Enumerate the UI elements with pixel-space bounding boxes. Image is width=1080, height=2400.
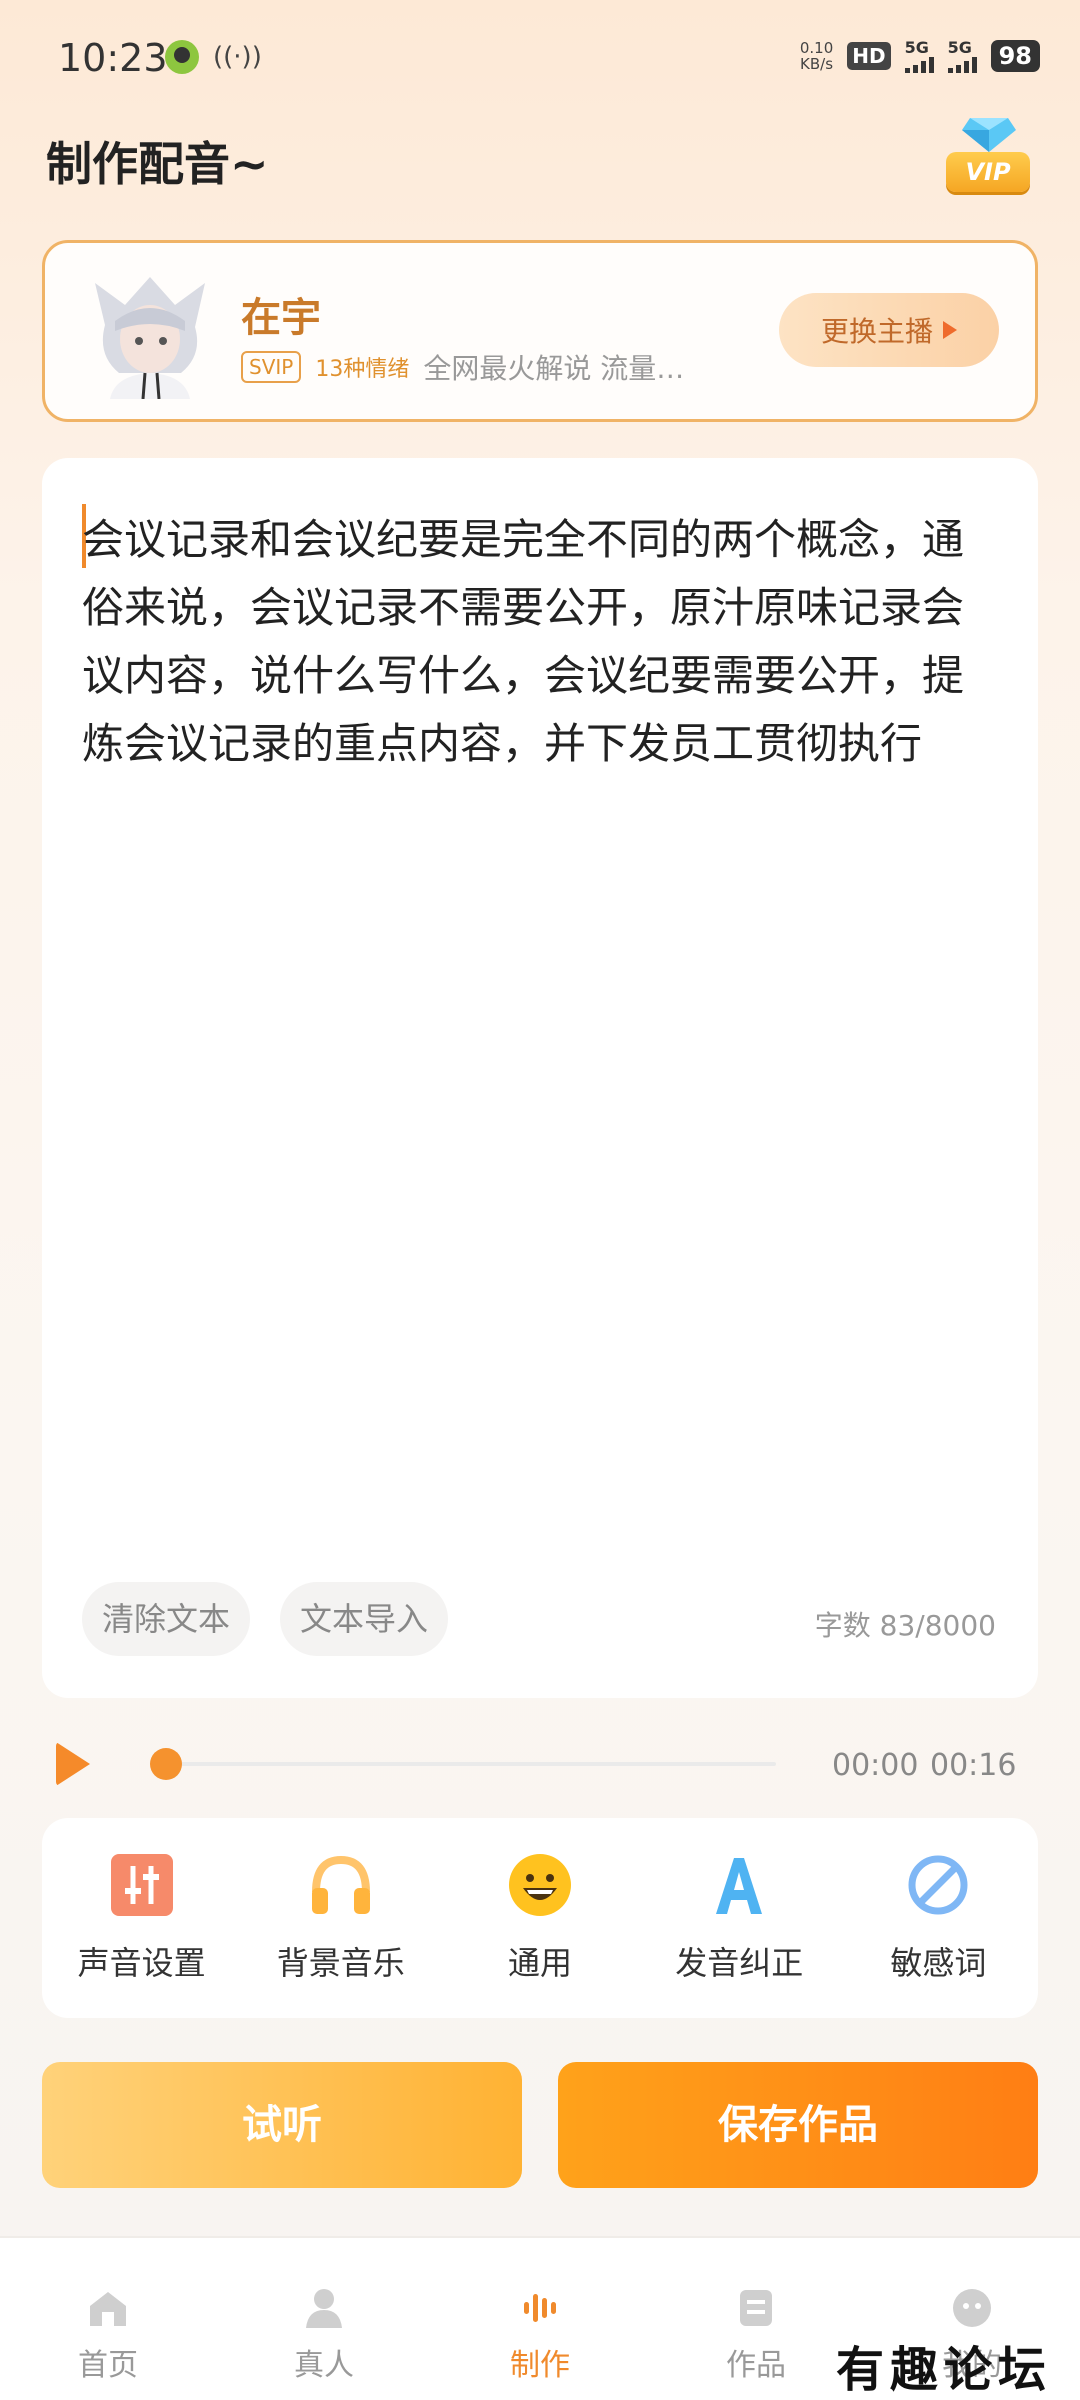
sensitive-words-button[interactable]: 敏感词 bbox=[839, 1818, 1038, 2018]
works-icon bbox=[740, 2290, 772, 2326]
hotspot-icon: ((·)) bbox=[213, 42, 262, 72]
progress-track[interactable] bbox=[154, 1762, 776, 1766]
status-left-icons: ((·)) bbox=[165, 40, 262, 74]
smile-icon bbox=[509, 1854, 571, 1916]
person-icon bbox=[306, 2289, 342, 2328]
app-notification-icon bbox=[165, 40, 199, 74]
play-icon[interactable] bbox=[56, 1742, 90, 1786]
svip-tag: SVIP bbox=[241, 351, 302, 383]
anchor-name: 在宇 bbox=[241, 295, 321, 341]
save-work-button[interactable]: 保存作品 bbox=[558, 2062, 1038, 2188]
audition-button[interactable]: 试听 bbox=[42, 2062, 522, 2188]
nav-label: 首页 bbox=[78, 2348, 138, 2383]
letter-a-icon bbox=[716, 1858, 763, 1914]
nav-label: 真人 bbox=[294, 2348, 354, 2383]
editor-actions: 清除文本 文本导入 bbox=[82, 1582, 449, 1656]
nav-item-home[interactable]: 首页 bbox=[0, 2238, 216, 2400]
tool-label: 发音纠正 bbox=[675, 1944, 804, 1982]
diamond-icon bbox=[962, 118, 1016, 152]
waveform-icon bbox=[524, 2294, 556, 2322]
status-time: 10:23 bbox=[58, 36, 168, 80]
status-right-icons: 0.10 KB/s HD 5G 5G 98 bbox=[800, 38, 1040, 73]
pronunciation-correction-button[interactable]: 发音纠正 bbox=[640, 1818, 839, 2018]
vip-badge[interactable]: VIP bbox=[946, 118, 1030, 196]
avatar bbox=[85, 265, 215, 399]
nav-item-real-person[interactable]: 真人 bbox=[216, 2238, 432, 2400]
ban-icon bbox=[908, 1855, 968, 1915]
progress-knob[interactable] bbox=[150, 1748, 182, 1780]
signal-1-label: 5G bbox=[904, 38, 929, 57]
signal-icon-2: 5G bbox=[947, 38, 977, 73]
emotion-tag: 13种情绪 bbox=[315, 357, 410, 382]
sliders-icon bbox=[110, 1854, 173, 1916]
battery-icon: 98 bbox=[990, 39, 1040, 72]
change-anchor-button[interactable]: 更换主播 bbox=[779, 293, 999, 367]
net-speed-value: 0.10 bbox=[799, 38, 834, 57]
general-button[interactable]: 通用 bbox=[440, 1818, 639, 2018]
status-bar: 10:23 ((·)) 0.10 KB/s HD 5G 5G 98 bbox=[0, 0, 1080, 120]
page-title: 制作配音~ bbox=[46, 137, 269, 191]
tool-label: 敏感词 bbox=[890, 1944, 987, 1982]
voice-settings-button[interactable]: 声音设置 bbox=[42, 1818, 241, 2018]
headphones-icon bbox=[311, 1855, 370, 1914]
home-icon bbox=[90, 2292, 126, 2326]
change-anchor-label: 更换主播 bbox=[820, 315, 933, 348]
nav-label: 制作 bbox=[510, 2348, 570, 2383]
clear-text-button[interactable]: 清除文本 bbox=[82, 1582, 251, 1656]
text-editor-card: 会议记录和会议纪要是完全不同的两个概念，通俗来说，会议记录不需要公开，原汁原味记… bbox=[42, 458, 1038, 1698]
current-time: 00:00 bbox=[832, 1748, 919, 1783]
nav-item-works[interactable]: 作品 bbox=[648, 2238, 864, 2400]
anchor-card[interactable]: 在宇 SVIP 13种情绪 全网最火解说 流量… 更换主播 bbox=[42, 240, 1038, 422]
tool-label: 通用 bbox=[508, 1944, 573, 1982]
word-count: 字数 83/8000 bbox=[814, 1609, 996, 1642]
vip-label: VIP bbox=[946, 152, 1030, 192]
nav-label: 作品 bbox=[726, 2348, 786, 2383]
script-text-input[interactable]: 会议记录和会议纪要是完全不同的两个概念，通俗来说，会议记录不需要公开，原汁原味记… bbox=[82, 506, 1002, 778]
net-speed: 0.10 KB/s bbox=[800, 40, 833, 72]
nav-item-create[interactable]: 制作 bbox=[432, 2238, 648, 2400]
tool-label: 声音设置 bbox=[77, 1944, 206, 1982]
anchor-description: 全网最火解说 流量… bbox=[423, 352, 685, 385]
tools-card: 声音设置 背景音乐 通用 发音纠正 敏感词 bbox=[42, 1818, 1038, 2018]
signal-icon-1: 5G bbox=[904, 38, 934, 73]
total-time: 00:16 bbox=[930, 1748, 1017, 1783]
watermark: 有趣论坛 bbox=[836, 2342, 1053, 2398]
net-speed-unit: KB/s bbox=[800, 54, 834, 73]
face-icon bbox=[953, 2289, 991, 2327]
import-text-button[interactable]: 文本导入 bbox=[280, 1582, 449, 1656]
hd-icon: HD bbox=[847, 41, 891, 70]
play-arrow-icon bbox=[943, 321, 957, 339]
background-music-button[interactable]: 背景音乐 bbox=[241, 1818, 440, 2018]
signal-2-label: 5G bbox=[947, 38, 972, 57]
tool-label: 背景音乐 bbox=[276, 1944, 405, 1982]
anchor-tags: SVIP 13种情绪 全网最火解说 流量… bbox=[241, 347, 684, 387]
